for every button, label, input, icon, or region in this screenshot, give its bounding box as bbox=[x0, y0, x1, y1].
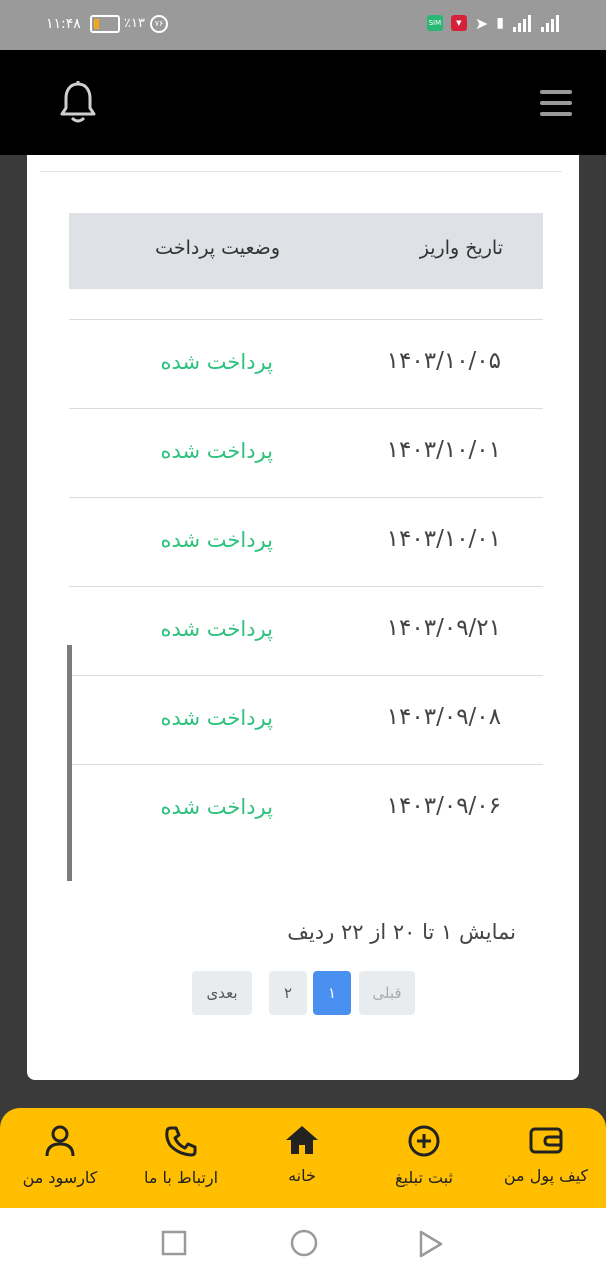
user-icon bbox=[45, 1125, 75, 1157]
nav-label: ثبت تبلیغ bbox=[395, 1168, 453, 1187]
cell-date: ۱۴۰۳/۰۹/۲۱ bbox=[386, 615, 501, 641]
app-header bbox=[0, 50, 606, 155]
table-row: ۱۴۰۳/۱۰/۰۵ پرداخت شده bbox=[69, 319, 543, 408]
table-row: ۱۴۰۳/۱۰/۰۱ پرداخت شده bbox=[69, 497, 543, 586]
home-icon bbox=[286, 1126, 318, 1154]
plus-circle-icon bbox=[408, 1125, 440, 1157]
status-right-icons: SIM ▼ ➤ ▮ bbox=[426, 12, 560, 34]
pagination-next-button[interactable]: بعدی bbox=[192, 971, 252, 1015]
sim-red-icon: ▼ bbox=[450, 15, 467, 31]
column-header-date: تاریخ واریز bbox=[419, 237, 503, 259]
nav-label: کیف پول من bbox=[503, 1166, 589, 1185]
cell-status: پرداخت شده bbox=[160, 706, 273, 730]
signal-4g-icon bbox=[512, 12, 532, 34]
vertical-scrollbar[interactable] bbox=[67, 645, 72, 881]
table-row: ۱۴۰۳/۰۹/۰۸ پرداخت شده bbox=[69, 675, 543, 764]
nav-label: خانه bbox=[288, 1166, 316, 1185]
pagination-prev-button[interactable]: قبلی bbox=[359, 971, 415, 1015]
wallet-icon bbox=[529, 1127, 563, 1154]
bell-icon[interactable] bbox=[58, 80, 98, 126]
nav-item-contact[interactable]: ارتباط با ما bbox=[121, 1124, 241, 1187]
nav-item-profile[interactable]: کارسود من bbox=[0, 1124, 120, 1187]
status-time: ۱۱:۴۸ bbox=[46, 16, 81, 32]
nav-item-home[interactable]: خانه bbox=[242, 1124, 362, 1185]
battery-percent: ٪۱۳ bbox=[124, 16, 145, 31]
cell-status: پرداخت شده bbox=[160, 439, 273, 463]
nav-item-post-ad[interactable]: ثبت تبلیغ bbox=[364, 1124, 484, 1187]
bottom-nav: کیف پول من ثبت تبلیغ خانه ارتباط با ما ک… bbox=[0, 1108, 606, 1208]
nav-label: ارتباط با ما bbox=[143, 1168, 219, 1187]
cell-date: ۱۴۰۳/۰۹/۰۶ bbox=[386, 793, 501, 819]
battery-small-icon: ▮ bbox=[496, 15, 504, 31]
recent-apps-icon[interactable] bbox=[161, 1230, 187, 1256]
sim-green-icon: SIM bbox=[426, 15, 443, 31]
home-circle-icon[interactable] bbox=[289, 1228, 319, 1258]
table-row: ۱۴۰۳/۰۹/۲۱ پرداخت شده bbox=[69, 586, 543, 675]
content-card: تاریخ واریز وضعیت پرداخت ۱۴۰۳/۱۰/۰۵ پردا… bbox=[27, 155, 579, 1080]
cell-status: پرداخت شده bbox=[160, 350, 273, 374]
back-triangle-icon[interactable] bbox=[418, 1230, 444, 1258]
status-bar: ۱۱:۴۸ ٪۱۳ ۷۶ SIM ▼ ➤ ▮ bbox=[0, 0, 606, 50]
cell-status: پرداخت شده bbox=[160, 528, 273, 552]
cell-date: ۱۴۰۳/۱۰/۰۱ bbox=[386, 437, 501, 463]
cell-date: ۱۴۰۳/۱۰/۰۱ bbox=[386, 526, 501, 552]
card-divider bbox=[40, 171, 562, 172]
cell-date: ۱۴۰۳/۰۹/۰۸ bbox=[386, 704, 501, 730]
signal-3g-icon bbox=[540, 12, 560, 34]
cell-status: پرداخت شده bbox=[160, 795, 273, 819]
cell-status: پرداخت شده bbox=[160, 617, 273, 641]
pagination-page-2[interactable]: ۲ bbox=[269, 971, 307, 1015]
pagination-page-1[interactable]: ۱ bbox=[313, 971, 351, 1015]
data-saver-icon: ۷۶ bbox=[150, 15, 168, 33]
nav-label: کارسود من bbox=[22, 1168, 98, 1187]
table-row: ۱۴۰۳/۰۹/۰۶ پرداخت شده bbox=[69, 764, 543, 853]
telegram-icon: ➤ bbox=[474, 13, 489, 33]
rows-summary: نمایش ۱ تا ۲۰ از ۲۲ ردیف bbox=[287, 920, 516, 944]
phone-icon bbox=[165, 1126, 197, 1157]
cell-date: ۱۴۰۳/۱۰/۰۵ bbox=[386, 348, 501, 374]
table-row: ۱۴۰۳/۱۰/۰۱ پرداخت شده bbox=[69, 408, 543, 497]
battery-icon bbox=[90, 15, 120, 33]
nav-item-wallet[interactable]: کیف پول من bbox=[486, 1124, 606, 1185]
payments-table[interactable]: تاریخ واریز وضعیت پرداخت ۱۴۰۳/۱۰/۰۵ پردا… bbox=[67, 213, 543, 883]
table-header: تاریخ واریز وضعیت پرداخت bbox=[69, 213, 543, 289]
column-header-status: وضعیت پرداخت bbox=[155, 237, 280, 259]
system-nav-bar bbox=[0, 1208, 606, 1280]
hamburger-menu-icon[interactable] bbox=[540, 90, 572, 123]
